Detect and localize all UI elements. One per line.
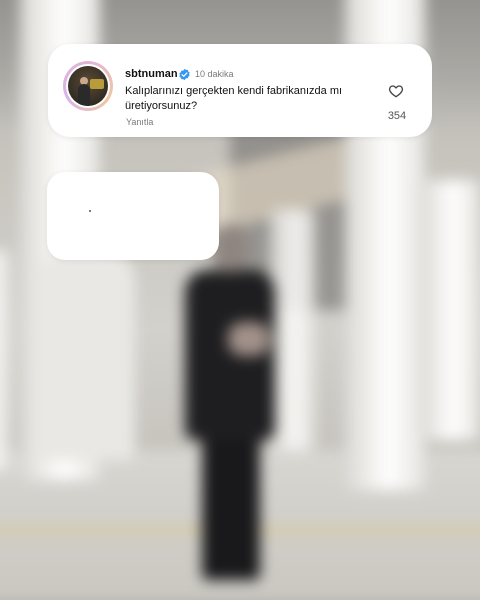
avatar[interactable] bbox=[63, 61, 113, 111]
comment-card: sbtnuman 10 dakika Kalıplarınızı gerçekt… bbox=[48, 44, 432, 137]
like-count: 354 bbox=[387, 110, 407, 122]
comment-text: Kalıplarınızı gerçekten kendi fabrikanız… bbox=[125, 85, 343, 112]
verified-badge-icon bbox=[179, 68, 190, 81]
heart-icon[interactable] bbox=[388, 83, 404, 99]
cursor-dot bbox=[89, 210, 91, 212]
comment-username[interactable]: sbtnuman bbox=[125, 68, 178, 80]
avatar-image bbox=[68, 66, 108, 106]
reply-button[interactable]: Yanıtla bbox=[126, 117, 153, 127]
blank-reply-card bbox=[47, 172, 219, 260]
comment-time: 10 dakika bbox=[195, 69, 234, 79]
